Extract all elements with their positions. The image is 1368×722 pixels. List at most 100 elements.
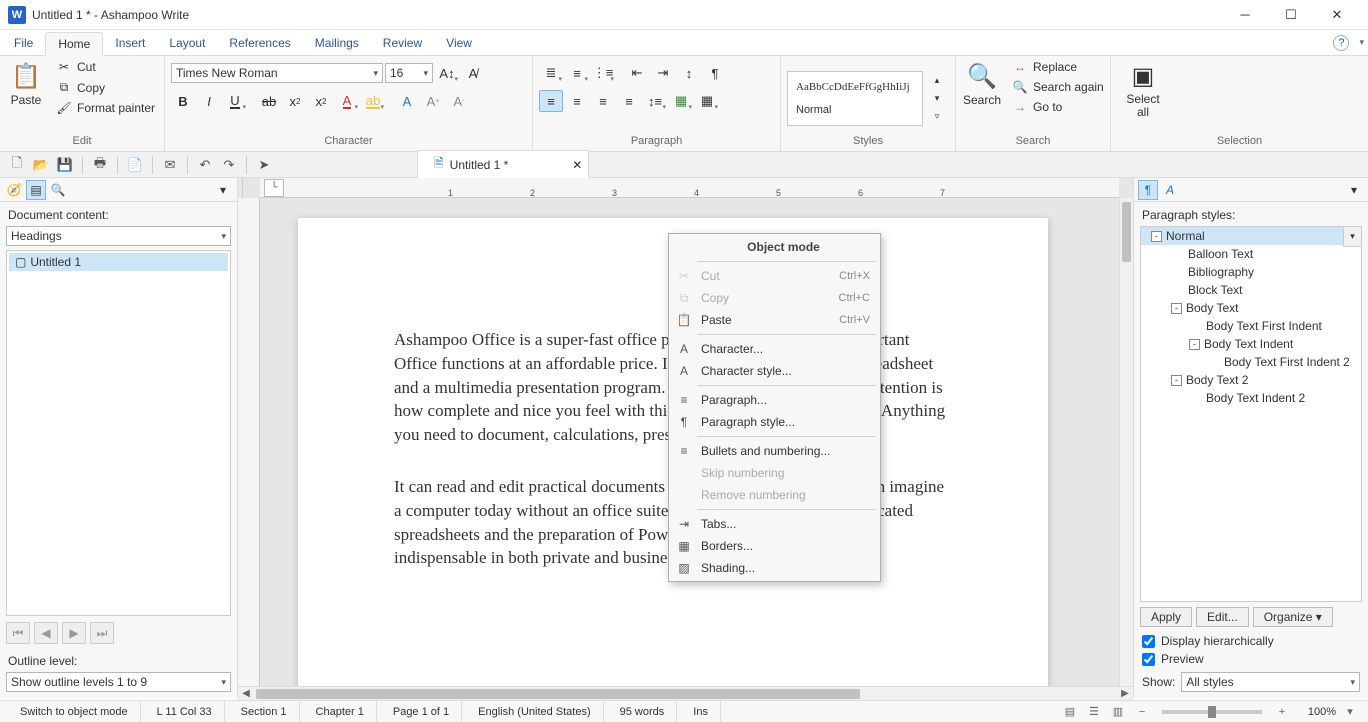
pointer-icon[interactable]: ➤: [253, 155, 275, 175]
italic-icon[interactable]: I: [197, 90, 221, 112]
font-family-combo[interactable]: Times New Roman▾: [171, 63, 383, 83]
ctx-borders-[interactable]: ▦Borders...: [669, 535, 880, 557]
cut-button[interactable]: ✂Cut: [50, 58, 161, 76]
organize-style-button[interactable]: Organize ▾: [1253, 607, 1333, 627]
font-size-step-icon[interactable]: A↕: [435, 62, 459, 84]
style-node[interactable]: -Normal: [1141, 227, 1361, 245]
pilcrow-icon[interactable]: ¶: [703, 62, 727, 84]
document-tab[interactable]: 🗎 Untitled 1 * ✕: [417, 150, 589, 179]
expand-icon[interactable]: -: [1171, 375, 1182, 386]
redo-icon[interactable]: ↷: [218, 155, 240, 175]
horizontal-ruler[interactable]: └ 1 2 3 4 5 6 7: [260, 178, 1119, 198]
expand-icon[interactable]: -: [1171, 303, 1182, 314]
display-hierarchically-checkbox[interactable]: Display hierarchically: [1134, 632, 1368, 650]
ctx-paste[interactable]: 📋PasteCtrl+V: [669, 309, 880, 331]
content-filter-combo[interactable]: Headings▾: [6, 226, 231, 246]
edit-style-button[interactable]: Edit...: [1196, 607, 1249, 627]
menu-tab-home[interactable]: Home: [45, 32, 103, 56]
zoom-menu-icon[interactable]: ▾: [1340, 705, 1360, 718]
style-up-icon[interactable]: ▴: [925, 72, 949, 90]
open-icon[interactable]: 📂: [30, 155, 52, 175]
zoom-out-icon[interactable]: −: [1132, 706, 1152, 718]
search-button[interactable]: 🔍 Search: [962, 58, 1002, 111]
expand-icon[interactable]: -: [1189, 339, 1200, 350]
outline-tree[interactable]: ▢Untitled 1: [6, 250, 231, 616]
view-outline-icon[interactable]: ☰: [1084, 705, 1104, 718]
horizontal-scrollbar[interactable]: ◀ ▶: [238, 686, 1133, 700]
multilevel-icon[interactable]: ⋮≡: [591, 62, 615, 84]
align-left-icon[interactable]: ≡: [539, 90, 563, 112]
strikethrough-icon[interactable]: ab: [257, 90, 281, 112]
outdent-icon[interactable]: ⇤: [625, 62, 649, 84]
panel-menu-icon[interactable]: ▾: [213, 180, 233, 200]
superscript-icon[interactable]: x2: [309, 90, 333, 112]
status-wordcount[interactable]: 95 words: [608, 701, 678, 722]
select-all-button[interactable]: ▣ Select all: [1117, 58, 1169, 123]
nav-last-icon[interactable]: ⏭: [90, 622, 114, 644]
ctx-tabs-[interactable]: ⇥Tabs...: [669, 513, 880, 535]
undo-icon[interactable]: ↶: [194, 155, 216, 175]
style-expand-icon[interactable]: ▿: [925, 108, 949, 126]
view-normal-icon[interactable]: ▤: [1060, 705, 1080, 718]
save-icon[interactable]: 💾: [54, 155, 76, 175]
borders-icon[interactable]: ▦: [695, 90, 719, 112]
style-node[interactable]: Block Text: [1141, 281, 1361, 299]
bullets-icon[interactable]: ≣: [539, 62, 563, 84]
ctx-paragraph-style-[interactable]: ¶Paragraph style...: [669, 411, 880, 433]
outline-level-combo[interactable]: Show outline levels 1 to 9▾: [6, 672, 231, 692]
font-color-icon[interactable]: A: [335, 90, 359, 112]
minimize-button[interactable]: ─: [1222, 0, 1268, 30]
shading-icon[interactable]: ▦: [669, 90, 693, 112]
menu-tab-file[interactable]: File: [2, 32, 45, 54]
indent-icon[interactable]: ⇥: [651, 62, 675, 84]
nav-next-icon[interactable]: ▶: [62, 622, 86, 644]
sort-icon[interactable]: ↕: [677, 62, 701, 84]
style-node[interactable]: -Body Text 2: [1141, 371, 1361, 389]
style-node[interactable]: Body Text Indent 2: [1141, 389, 1361, 407]
style-node[interactable]: -Body Text: [1141, 299, 1361, 317]
grow-font-icon[interactable]: A+: [421, 90, 445, 112]
para-style-icon[interactable]: ¶: [1138, 180, 1158, 200]
goto-button[interactable]: →Go to: [1006, 98, 1110, 116]
underline-icon[interactable]: U: [223, 90, 247, 112]
panel-menu-icon[interactable]: ▾: [1344, 180, 1364, 200]
style-gallery[interactable]: AaBbCcDdEeFfGgHhIiJj Normal: [787, 71, 923, 126]
style-node[interactable]: Body Text First Indent 2: [1141, 353, 1361, 371]
format-painter-button[interactable]: 🖌Format painter: [50, 99, 161, 117]
clear-format-icon[interactable]: A̸: [461, 62, 485, 84]
ctx-character-style-[interactable]: ACharacter style...: [669, 360, 880, 382]
nav-first-icon[interactable]: ⏮: [6, 622, 30, 644]
nav-search-icon[interactable]: 🔍: [48, 180, 68, 200]
status-language[interactable]: English (United States): [466, 701, 604, 722]
email-icon[interactable]: ✉: [159, 155, 181, 175]
dropdown-icon[interactable]: ▾: [1359, 37, 1364, 48]
bold-icon[interactable]: B: [171, 90, 195, 112]
ctx-paragraph-[interactable]: ≡Paragraph...: [669, 389, 880, 411]
search-again-button[interactable]: 🔍Search again: [1006, 78, 1110, 96]
copy-button[interactable]: ⧉Copy: [50, 78, 161, 97]
view-page-icon[interactable]: ▥: [1108, 705, 1128, 718]
help-icon[interactable]: ?: [1333, 35, 1349, 51]
align-center-icon[interactable]: ≡: [565, 90, 589, 112]
style-node[interactable]: -Body Text Indent: [1141, 335, 1361, 353]
replace-button[interactable]: ↔Replace: [1006, 58, 1110, 76]
font-size-combo[interactable]: 16▾: [385, 63, 433, 83]
style-node[interactable]: Body Text First Indent: [1141, 317, 1361, 335]
style-tree[interactable]: ▾ -NormalBalloon TextBibliographyBlock T…: [1140, 226, 1362, 602]
close-button[interactable]: ✕: [1314, 0, 1360, 30]
ctx-character-[interactable]: ACharacter...: [669, 338, 880, 360]
nav-thumbnail-icon[interactable]: ▤: [26, 180, 46, 200]
ctx-shading-[interactable]: ▨Shading...: [669, 557, 880, 579]
style-node[interactable]: Bibliography: [1141, 263, 1361, 281]
nav-compass-icon[interactable]: 🧭: [4, 180, 24, 200]
shrink-font-icon[interactable]: A-: [447, 90, 471, 112]
char-style-icon[interactable]: A: [1160, 180, 1180, 200]
menu-tab-view[interactable]: View: [434, 32, 484, 54]
zoom-in-icon[interactable]: +: [1272, 706, 1292, 718]
menu-tab-review[interactable]: Review: [371, 32, 434, 54]
menu-tab-mailings[interactable]: Mailings: [303, 32, 371, 54]
character-dialog-icon[interactable]: A: [395, 90, 419, 112]
tab-type-icon[interactable]: └: [264, 179, 284, 197]
maximize-button[interactable]: ☐: [1268, 0, 1314, 30]
highlight-icon[interactable]: ab: [361, 90, 385, 112]
